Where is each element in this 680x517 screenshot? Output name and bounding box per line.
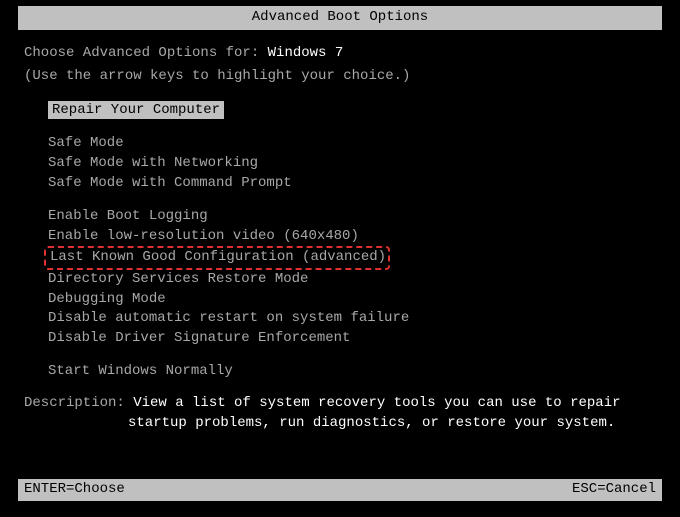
menu-directory-restore[interactable]: Directory Services Restore Mode (48, 270, 656, 290)
footer-enter: ENTER=Choose (24, 480, 125, 500)
description-label: Description: (24, 395, 133, 411)
footer-bar: ENTER=Choose ESC=Cancel (18, 479, 662, 501)
boot-menu: Safe Mode Safe Mode with Networking Safe… (24, 134, 656, 382)
menu-safe-mode-networking[interactable]: Safe Mode with Networking (48, 154, 656, 174)
os-name: Windows 7 (268, 45, 344, 61)
menu-disable-auto-restart[interactable]: Disable automatic restart on system fail… (48, 309, 656, 329)
menu-debugging-mode[interactable]: Debugging Mode (48, 290, 656, 310)
menu-safe-mode[interactable]: Safe Mode (48, 134, 656, 154)
menu-low-res-video[interactable]: Enable low-resolution video (640x480) (48, 227, 656, 247)
menu-boot-logging[interactable]: Enable Boot Logging (48, 207, 656, 227)
description-text-1: View a list of system recovery tools you… (133, 395, 620, 411)
title-bar: Advanced Boot Options (18, 6, 662, 30)
menu-last-known-good[interactable]: Last Known Good Configuration (advanced) (48, 248, 386, 268)
description-block: Description: View a list of system recov… (0, 382, 680, 433)
content-area: Choose Advanced Options for: Windows 7 (… (0, 30, 680, 382)
intro-hint: (Use the arrow keys to highlight your ch… (24, 67, 656, 87)
page-title: Advanced Boot Options (252, 9, 428, 25)
selected-label: Repair Your Computer (48, 101, 224, 119)
selected-option[interactable]: Repair Your Computer (48, 101, 224, 121)
menu-safe-mode-cmd[interactable]: Safe Mode with Command Prompt (48, 174, 656, 194)
footer-esc: ESC=Cancel (572, 480, 656, 500)
annotation-box: Last Known Good Configuration (advanced) (44, 246, 390, 270)
description-text-2: startup problems, run diagnostics, or re… (24, 414, 656, 434)
menu-disable-driver-sig[interactable]: Disable Driver Signature Enforcement (48, 329, 656, 349)
intro-prefix: Choose Advanced Options for: (24, 45, 268, 61)
menu-start-normally[interactable]: Start Windows Normally (48, 362, 656, 382)
intro-line: Choose Advanced Options for: Windows 7 (24, 44, 656, 64)
